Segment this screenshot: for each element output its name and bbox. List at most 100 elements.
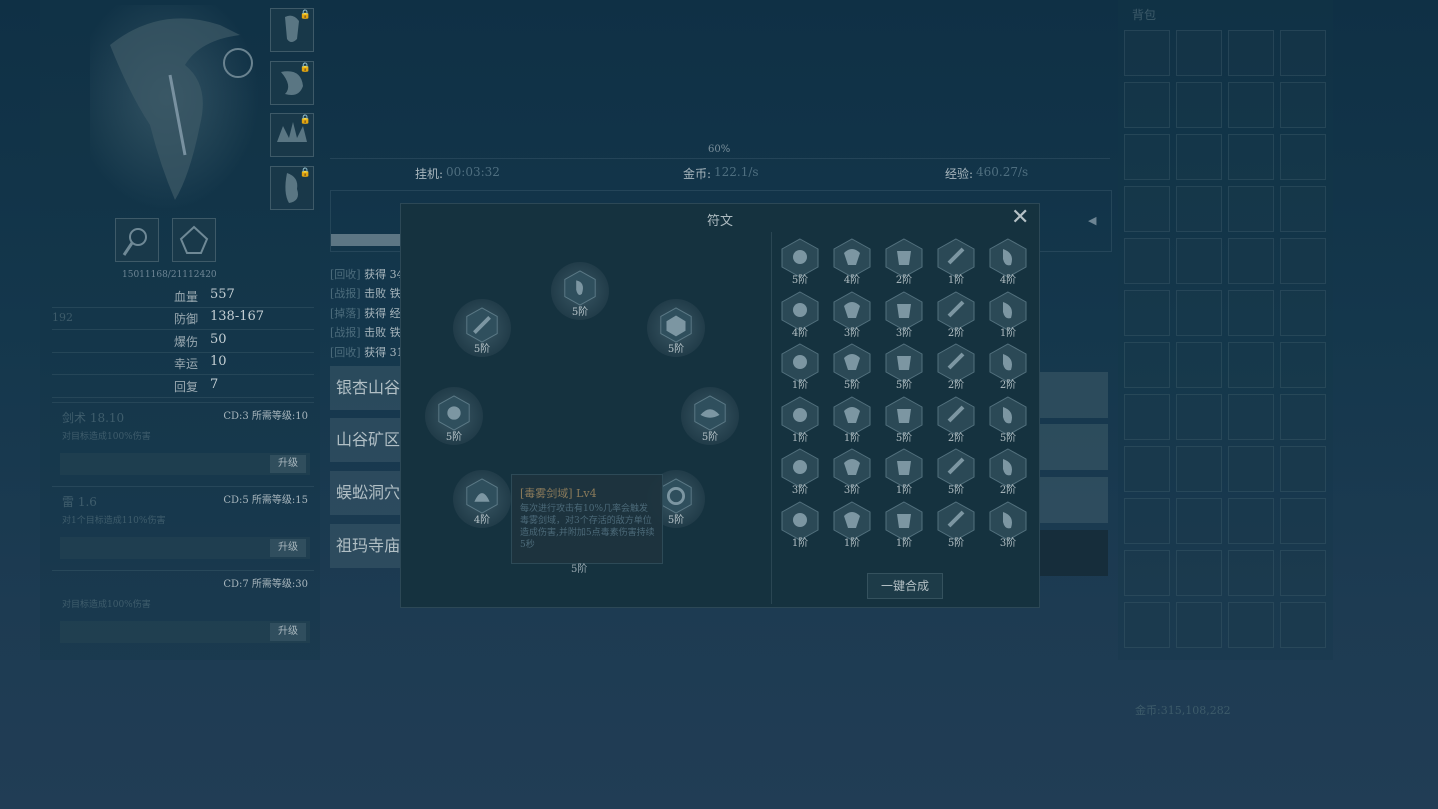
rune-item[interactable]: 5阶 [985,395,1031,445]
rune-slot-1[interactable]: 5阶 [551,262,609,320]
inventory-slot[interactable] [1176,394,1222,440]
inventory-slot[interactable] [1124,446,1170,492]
equip-slot-2[interactable]: 🔒 [270,61,314,105]
inventory-slot[interactable] [1280,82,1326,128]
close-icon[interactable]: ✕ [1011,205,1029,230]
inventory-slot[interactable] [1176,290,1222,336]
rune-item[interactable]: 3阶 [985,500,1031,550]
inventory-slot[interactable] [1228,30,1274,76]
zone-button[interactable]: 山谷矿区 [330,418,402,462]
rune-slot-5[interactable]: 5阶 [681,387,739,445]
inventory-slot[interactable] [1176,30,1222,76]
inventory-slot[interactable] [1228,394,1274,440]
upgrade-button[interactable]: 升级 [270,539,306,557]
equip-slot-1[interactable]: 🔒 [270,8,314,52]
rune-item[interactable]: 5阶 [881,342,927,392]
upgrade-button[interactable]: 升级 [270,455,306,473]
rune-item[interactable]: 2阶 [985,447,1031,497]
inventory-slot[interactable] [1124,290,1170,336]
rune-item[interactable]: 2阶 [881,237,927,287]
inventory-slot[interactable] [1228,602,1274,648]
rune-item[interactable]: 5阶 [829,342,875,392]
rune-item[interactable]: 1阶 [933,237,979,287]
rune-item[interactable]: 4阶 [777,290,823,340]
inventory-slot[interactable] [1176,446,1222,492]
inventory-slot[interactable] [1228,186,1274,232]
rune-item[interactable]: 2阶 [985,342,1031,392]
rune-item[interactable]: 3阶 [829,290,875,340]
zone-thumbnail[interactable] [1038,530,1108,576]
inventory-slot[interactable] [1176,82,1222,128]
inventory-slot[interactable] [1176,342,1222,388]
inventory-slot[interactable] [1280,30,1326,76]
merge-all-button[interactable]: 一键合成 [867,573,943,599]
inventory-slot[interactable] [1228,134,1274,180]
inventory-slot[interactable] [1124,238,1170,284]
inventory-slot[interactable] [1124,602,1170,648]
rune-slot-4[interactable]: 5阶 [425,387,483,445]
inventory-slot[interactable] [1176,498,1222,544]
rune-item[interactable]: 3阶 [829,447,875,497]
inventory-slot[interactable] [1280,238,1326,284]
inventory-slot[interactable] [1280,498,1326,544]
rune-item[interactable]: 1阶 [985,290,1031,340]
rune-item[interactable]: 4阶 [985,237,1031,287]
inventory-slot[interactable] [1228,446,1274,492]
inventory-slot[interactable] [1176,238,1222,284]
inventory-slot[interactable] [1176,134,1222,180]
speaker-icon[interactable]: ◀ [1088,214,1096,227]
rune-item[interactable]: 1阶 [777,395,823,445]
inventory-slot[interactable] [1280,342,1326,388]
inventory-slot[interactable] [1228,82,1274,128]
equip-slot-3[interactable]: 🔒 [270,113,314,157]
inventory-slot[interactable] [1124,342,1170,388]
inventory-slot[interactable] [1280,290,1326,336]
inventory-slot[interactable] [1280,186,1326,232]
equip-slot-4[interactable]: 🔒 [270,166,314,210]
rune-item[interactable]: 1阶 [777,500,823,550]
rune-slot-6[interactable]: 4阶 [453,470,511,528]
equip-slot-5[interactable] [115,218,159,262]
rune-item[interactable]: 2阶 [933,395,979,445]
zone-button[interactable]: 蜈蚣洞穴 [330,471,402,515]
inventory-slot[interactable] [1124,134,1170,180]
zone-button[interactable]: 祖玛寺庙 [330,524,402,568]
inventory-slot[interactable] [1280,550,1326,596]
inventory-slot[interactable] [1176,186,1222,232]
inventory-slot[interactable] [1124,30,1170,76]
inventory-slot[interactable] [1280,394,1326,440]
rune-slot-2[interactable]: 5阶 [453,299,511,357]
inventory-slot[interactable] [1124,186,1170,232]
inventory-slot[interactable] [1280,602,1326,648]
inventory-slot[interactable] [1176,602,1222,648]
rune-item[interactable]: 5阶 [881,395,927,445]
inventory-slot[interactable] [1228,342,1274,388]
inventory-slot[interactable] [1124,550,1170,596]
inventory-slot[interactable] [1228,238,1274,284]
equip-slot-6[interactable] [172,218,216,262]
zone-button[interactable]: 银杏山谷 [330,366,402,410]
inventory-slot[interactable] [1228,290,1274,336]
rune-item[interactable]: 1阶 [829,395,875,445]
inventory-slot[interactable] [1124,394,1170,440]
zone-thumbnail[interactable] [1038,372,1108,418]
rune-item[interactable]: 3阶 [881,290,927,340]
rune-item[interactable]: 5阶 [777,237,823,287]
rune-item[interactable]: 5阶 [933,447,979,497]
rune-item[interactable]: 3阶 [777,447,823,497]
inventory-slot[interactable] [1228,498,1274,544]
rune-item[interactable]: 1阶 [881,500,927,550]
upgrade-button[interactable]: 升级 [270,623,306,641]
rune-item[interactable]: 4阶 [829,237,875,287]
inventory-slot[interactable] [1124,82,1170,128]
rune-item[interactable]: 1阶 [829,500,875,550]
inventory-slot[interactable] [1124,498,1170,544]
inventory-slot[interactable] [1228,550,1274,596]
rune-slot-3[interactable]: 5阶 [647,299,705,357]
zone-thumbnail[interactable] [1038,424,1108,470]
rune-item[interactable]: 5阶 [933,500,979,550]
rune-item[interactable]: 1阶 [881,447,927,497]
inventory-slot[interactable] [1280,446,1326,492]
inventory-slot[interactable] [1176,550,1222,596]
zone-thumbnail[interactable] [1038,477,1108,523]
